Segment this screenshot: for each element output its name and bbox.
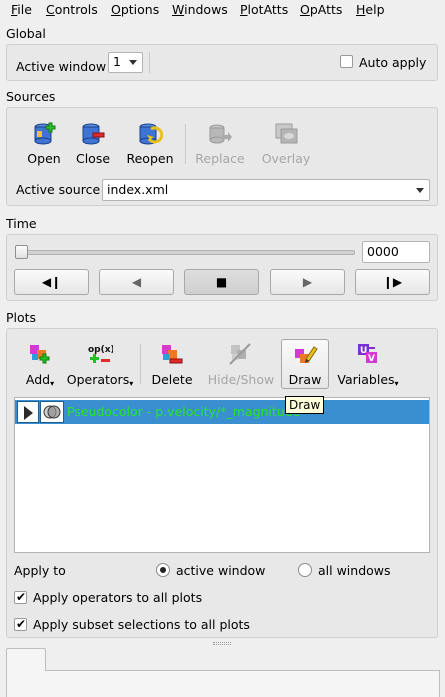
overlay-button-label: Overlay: [261, 151, 311, 166]
chevron-down-icon: [416, 188, 424, 193]
play-backward-button[interactable]: ◀: [99, 269, 174, 295]
apply-all-windows-radio[interactable]: [298, 563, 312, 577]
checkmark-icon: ✔: [16, 590, 27, 604]
operators-label: Operators▾: [66, 372, 134, 388]
apply-all-windows-label: all windows: [318, 563, 391, 578]
operators-icon: op(x): [88, 345, 113, 363]
menu-bar: File Controls Options Windows PlotAtts O…: [0, 0, 445, 20]
menu-windows[interactable]: Windows: [172, 2, 228, 18]
apply-subset-label: Apply subset selections to all plots: [33, 617, 250, 632]
close-button[interactable]: Close: [71, 121, 115, 167]
divider: [149, 52, 150, 73]
time-slider-track[interactable]: [16, 250, 355, 255]
plot-list[interactable]: Pseudocolor - p.velocity/*_magnitude: [14, 397, 430, 553]
bottom-panel: [6, 670, 440, 697]
hide-show-label: Hide/Show: [207, 372, 275, 387]
apply-operators-checkbox[interactable]: ✔: [14, 590, 27, 604]
active-window-value: 1: [113, 54, 121, 69]
play-backward-icon: ◀: [131, 275, 142, 289]
add-plot-label: Add▾: [25, 372, 55, 388]
variables-label: Variables▾: [337, 372, 399, 388]
step-forward-button[interactable]: ❙▶: [355, 269, 430, 295]
step-forward-icon: ❙▶: [382, 275, 403, 289]
plot-list-item[interactable]: Pseudocolor - p.velocity/*_magnitude: [15, 400, 429, 424]
draw-button-label: Draw: [288, 372, 322, 387]
sources-section-title: Sources: [6, 89, 56, 104]
apply-subset-checkbox[interactable]: ✔: [14, 617, 27, 631]
menu-file[interactable]: File: [11, 2, 32, 18]
delete-plot-icon: [162, 345, 183, 364]
stop-button[interactable]: ■: [184, 269, 259, 295]
bottom-tab[interactable]: [6, 648, 46, 671]
chevron-down-icon: [129, 60, 137, 65]
active-source-value: index.xml: [107, 182, 169, 197]
global-section-title: Global: [6, 26, 46, 41]
apply-active-window-label: active window: [176, 563, 266, 578]
svg-text:V: V: [368, 354, 375, 364]
time-section-title: Time: [6, 216, 37, 231]
menu-plotatts[interactable]: PlotAtts: [240, 2, 288, 18]
hide-show-icon: [229, 343, 251, 365]
open-database-icon: [34, 122, 56, 145]
menu-help[interactable]: Help: [356, 2, 385, 18]
reopen-button-label: Reopen: [126, 151, 174, 166]
overlay-button[interactable]: Overlay: [260, 121, 312, 167]
splitter-handle[interactable]: [213, 642, 231, 645]
checkmark-icon: ✔: [16, 617, 27, 631]
replace-database-icon: [209, 124, 232, 144]
delete-plot-label: Delete: [151, 372, 193, 387]
variables-icon: U V: [358, 344, 377, 364]
draw-icon: [295, 346, 318, 363]
plot-list-item-label: Pseudocolor - p.velocity/*_magnitude: [67, 404, 301, 419]
stop-icon: ■: [215, 275, 228, 289]
time-frame-value: 0000: [367, 244, 399, 259]
divider: [140, 344, 141, 384]
variables-button[interactable]: U V Variables▾: [336, 342, 400, 388]
apply-active-window-radio[interactable]: [156, 563, 170, 577]
menu-opatts[interactable]: OpAtts: [300, 2, 342, 18]
apply-to-label: Apply to: [14, 563, 66, 578]
replace-button-label: Replace: [195, 151, 245, 166]
active-window-label: Active window: [16, 59, 107, 74]
active-source-select[interactable]: index.xml: [102, 179, 430, 201]
operators-button[interactable]: op(x) Operators▾: [66, 342, 134, 388]
active-source-label: Active source: [16, 182, 101, 197]
open-button-label: Open: [27, 151, 61, 166]
plot-visibility-icon[interactable]: [40, 401, 64, 423]
active-window-select[interactable]: 1: [108, 52, 143, 73]
close-database-icon: [82, 123, 105, 145]
svg-text:op(x): op(x): [88, 345, 113, 355]
replace-button[interactable]: Replace: [194, 121, 246, 167]
play-button[interactable]: ▶: [270, 269, 345, 295]
draw-button[interactable]: Draw: [281, 339, 329, 389]
add-plot-icon: [30, 345, 50, 364]
menu-controls[interactable]: Controls: [46, 2, 98, 18]
close-button-label: Close: [75, 151, 111, 166]
add-plot-button[interactable]: Add▾: [20, 342, 60, 388]
reopen-button[interactable]: Reopen: [124, 121, 176, 167]
step-back-icon: ◀❙: [41, 275, 62, 289]
step-back-button[interactable]: ◀❙: [14, 269, 89, 295]
time-frame-input[interactable]: 0000: [362, 241, 430, 263]
overlay-database-icon: [275, 123, 298, 144]
auto-apply-label: Auto apply: [359, 55, 427, 70]
hide-show-button[interactable]: Hide/Show: [206, 342, 276, 388]
reopen-database-icon: [139, 123, 163, 145]
plots-section-title: Plots: [6, 310, 37, 325]
menu-options[interactable]: Options: [111, 2, 159, 18]
open-button[interactable]: Open: [22, 121, 66, 167]
expand-arrow-icon[interactable]: [17, 401, 39, 423]
time-slider-handle[interactable]: [15, 245, 28, 259]
divider: [185, 124, 186, 164]
play-icon: ▶: [302, 275, 313, 289]
draw-tooltip: Draw: [285, 396, 325, 414]
delete-plot-button[interactable]: Delete: [148, 342, 196, 388]
apply-operators-label: Apply operators to all plots: [33, 590, 203, 605]
auto-apply-checkbox[interactable]: [340, 55, 353, 68]
